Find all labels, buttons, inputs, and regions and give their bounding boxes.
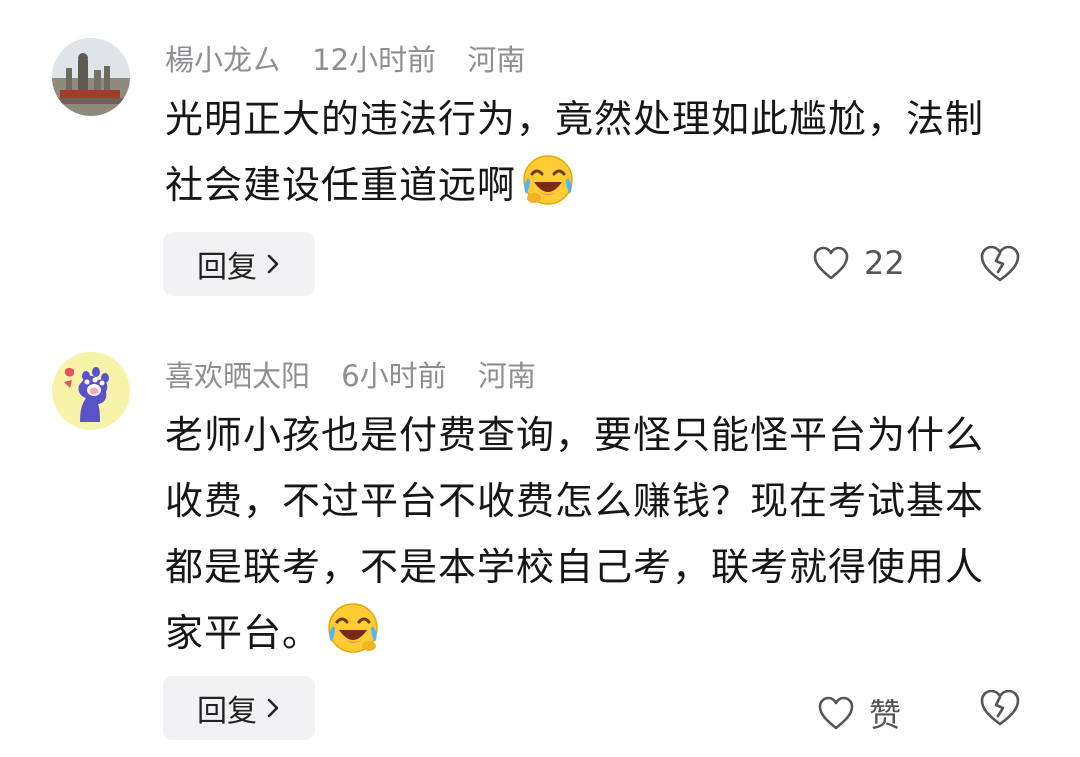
comment-text: 老师小孩也是付费查询，要怪只能怪平台为什么收费，不过平台不收费怎么赚钱？现在考试…	[165, 413, 985, 655]
reply-button[interactable]: 回复	[163, 232, 315, 296]
comment-text-block: 光明正大的违法行为，竟然处理如此尴尬，法制社会建设任重道远啊	[165, 86, 1015, 218]
timestamp: 12小时前	[312, 43, 437, 77]
comment-text-block: 老师小孩也是付费查询，要怪只能怪平台为什么收费，不过平台不收费怎么赚钱？现在考试…	[165, 402, 1015, 666]
avatar[interactable]	[52, 352, 130, 430]
laugh-cry-emoji-icon	[523, 155, 573, 205]
avatar-photo-icon	[52, 38, 130, 116]
reply-button[interactable]: 回复	[163, 676, 315, 740]
like-button[interactable]: 赞	[817, 690, 901, 736]
comment-meta: 喜欢晒太阳 6小时前 河南	[165, 356, 558, 396]
username[interactable]: 喜欢晒太阳	[165, 359, 310, 393]
heart-icon	[818, 696, 854, 730]
like-button[interactable]: 22	[812, 244, 905, 282]
chevron-right-icon	[267, 254, 279, 274]
heart-icon	[813, 246, 849, 280]
cat-paw-icon	[52, 352, 130, 430]
like-count: 22	[864, 244, 905, 282]
broken-heart-icon[interactable]	[978, 242, 1022, 286]
reply-label: 回复	[197, 250, 257, 285]
chevron-right-icon	[267, 698, 279, 718]
like-label: 赞	[869, 696, 902, 734]
comment-meta: 楊小龙ㄙ 12小时前 河南	[165, 40, 547, 80]
location: 河南	[467, 43, 526, 77]
broken-heart-icon[interactable]	[978, 686, 1022, 730]
reply-label: 回复	[197, 694, 257, 729]
timestamp: 6小时前	[341, 359, 447, 393]
username[interactable]: 楊小龙ㄙ	[165, 43, 281, 77]
laugh-cry-emoji-icon	[328, 603, 378, 653]
location: 河南	[477, 359, 536, 393]
avatar[interactable]	[52, 38, 130, 116]
